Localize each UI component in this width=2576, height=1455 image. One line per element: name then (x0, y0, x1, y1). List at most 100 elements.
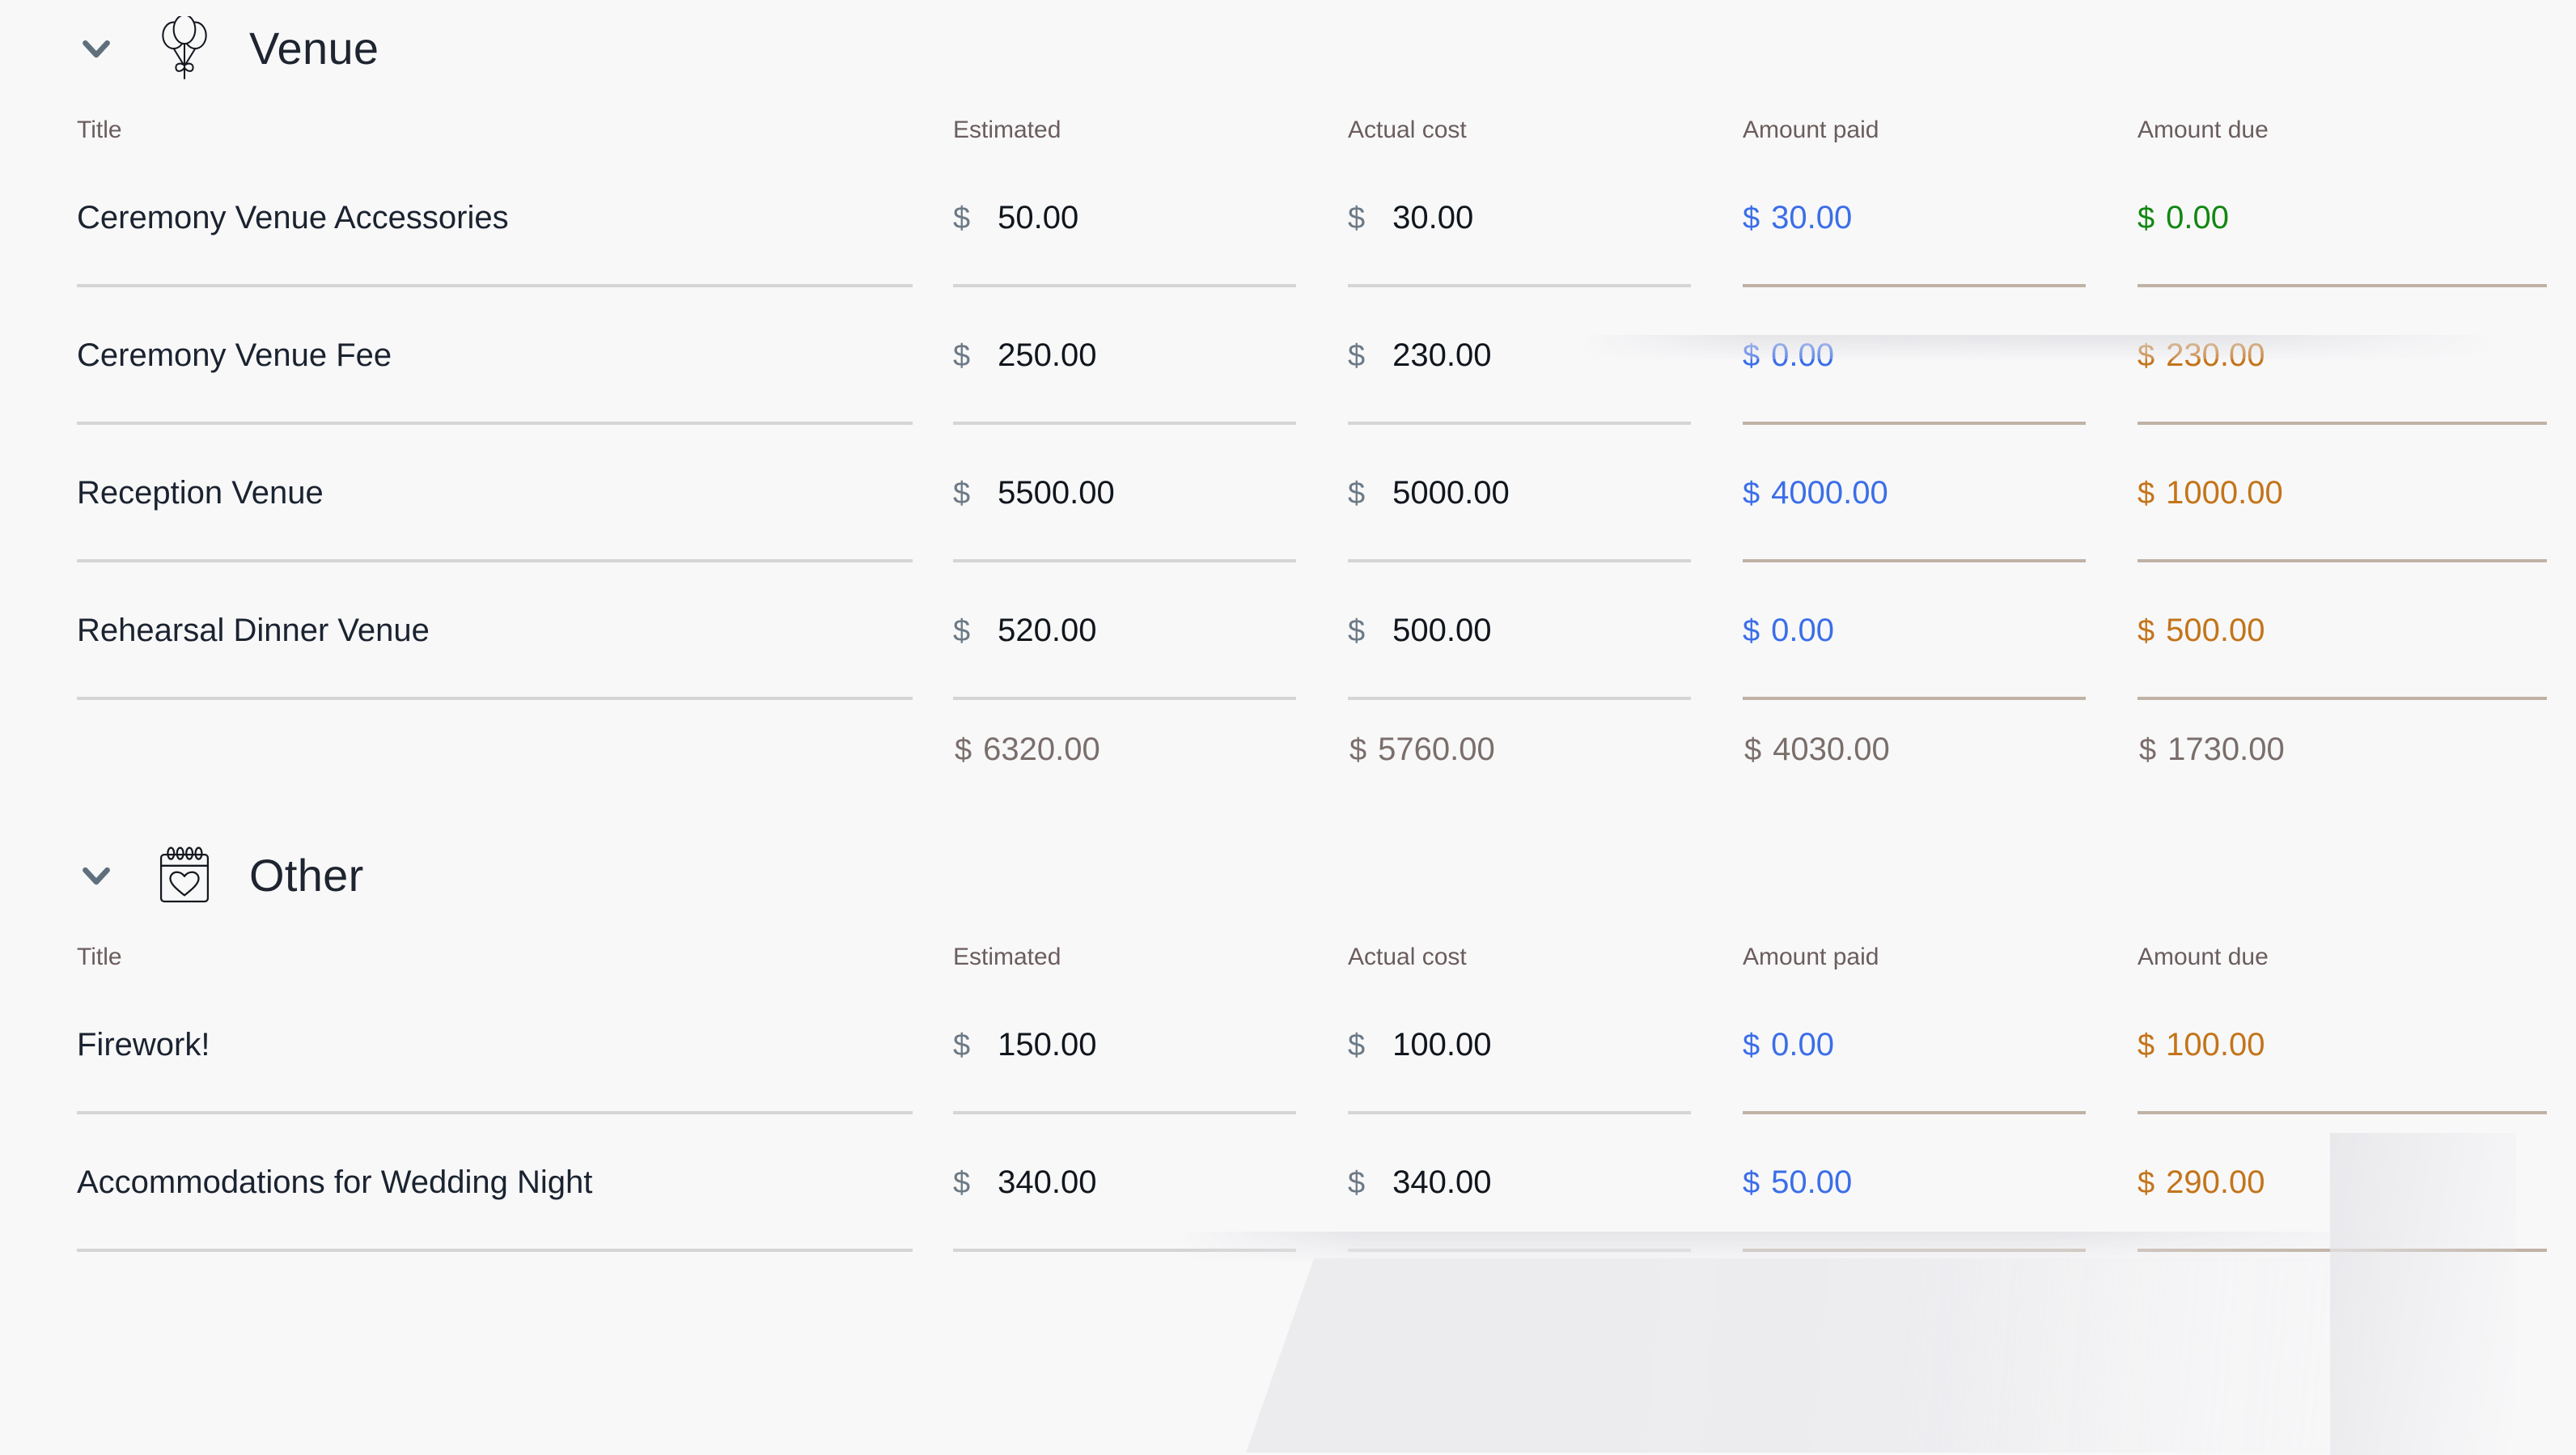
cell-total-actual: $5760.00 (1325, 701, 1720, 798)
column-header-estimated: Estimated (930, 97, 1325, 151)
total-paid: 4030.00 (1773, 732, 1890, 768)
column-header-paid: Amount paid (1720, 924, 2115, 978)
row-title: Accommodations for Wedding Night (77, 1164, 592, 1201)
row-actual: 500.00 (1392, 613, 1491, 649)
column-header-paid: Amount paid (1720, 97, 2115, 151)
row-paid: 4000.00 (1771, 475, 1888, 511)
column-header-due: Amount due (2115, 924, 2576, 978)
cell-paid[interactable]: $4000.00 (1720, 426, 2115, 563)
cell-actual[interactable]: $340.00 (1325, 1115, 1720, 1253)
cell-paid[interactable]: $0.00 (1720, 288, 2115, 426)
cell-title[interactable]: Ceremony Venue Accessories (0, 151, 930, 288)
column-header-title: Title (0, 924, 930, 978)
cell-actual[interactable]: $5000.00 (1325, 426, 1720, 563)
row-due: 290.00 (2166, 1164, 2265, 1201)
cell-due[interactable]: $290.00 (2115, 1115, 2576, 1253)
currency-symbol: $ (2137, 339, 2154, 374)
cell-due[interactable]: $100.00 (2115, 978, 2576, 1115)
currency-symbol: $ (2139, 733, 2156, 768)
row-estimated: 150.00 (998, 1027, 1096, 1063)
cell-title[interactable]: Firework! (0, 978, 930, 1115)
row-estimated: 520.00 (998, 613, 1096, 649)
currency-symbol: $ (953, 1029, 970, 1063)
column-header-title: Title (0, 97, 930, 151)
budget-page: Venue Title Estimated Actual cost Amount… (0, 0, 2576, 1455)
table-row[interactable]: Reception Venue $5500.00 $5000.00 $4000.… (0, 426, 2576, 563)
cell-actual[interactable]: $30.00 (1325, 151, 1720, 288)
chevron-down-icon[interactable] (74, 854, 118, 897)
table-row[interactable]: Rehearsal Dinner Venue $520.00 $500.00 $… (0, 563, 2576, 701)
chevron-down-icon[interactable] (74, 27, 118, 70)
cell-title[interactable]: Accommodations for Wedding Night (0, 1115, 930, 1253)
cell-paid[interactable]: $0.00 (1720, 563, 2115, 701)
cell-due[interactable]: $1000.00 (2115, 426, 2576, 563)
balloons-icon (155, 15, 214, 83)
table-row[interactable]: Firework! $150.00 $100.00 $0.00 $100.00 (0, 978, 2576, 1115)
cell-due[interactable]: $0.00 (2115, 151, 2576, 288)
render-artifact-panel-bottom (1246, 1258, 2379, 1453)
cell-paid[interactable]: $30.00 (1720, 151, 2115, 288)
row-due: 1000.00 (2166, 475, 2283, 511)
section-header-other[interactable]: Other (0, 827, 2576, 924)
section-header-venue[interactable]: Venue (0, 0, 2576, 97)
currency-symbol: $ (1744, 733, 1761, 768)
currency-symbol: $ (1743, 339, 1760, 374)
column-header-due: Amount due (2115, 97, 2576, 151)
row-paid: 0.00 (1771, 1027, 1834, 1063)
currency-symbol: $ (1348, 614, 1365, 649)
cell-estimated[interactable]: $5500.00 (930, 426, 1325, 563)
row-due: 500.00 (2166, 613, 2265, 649)
section-other: Other Title Estimated Actual cost Amount… (0, 827, 2576, 1253)
section-title: Venue (249, 26, 379, 71)
cell-due[interactable]: $230.00 (2115, 288, 2576, 426)
cell-estimated[interactable]: $340.00 (930, 1115, 1325, 1253)
table-row[interactable]: Ceremony Venue Fee $250.00 $230.00 $0.00… (0, 288, 2576, 426)
currency-symbol: $ (953, 477, 970, 511)
currency-symbol: $ (2137, 1166, 2154, 1201)
section-title: Other (249, 853, 364, 898)
cell-estimated[interactable]: $50.00 (930, 151, 1325, 288)
cell-due[interactable]: $500.00 (2115, 563, 2576, 701)
row-title: Rehearsal Dinner Venue (77, 613, 430, 649)
row-due: 100.00 (2166, 1027, 2265, 1063)
currency-symbol: $ (2137, 614, 2154, 649)
cell-actual[interactable]: $500.00 (1325, 563, 1720, 701)
cell-estimated[interactable]: $520.00 (930, 563, 1325, 701)
currency-symbol: $ (1348, 201, 1365, 236)
currency-symbol: $ (1349, 733, 1366, 768)
row-title: Ceremony Venue Accessories (77, 200, 509, 236)
currency-symbol: $ (1348, 1166, 1365, 1201)
table-row[interactable]: Ceremony Venue Accessories $50.00 $30.00… (0, 151, 2576, 288)
currency-symbol: $ (953, 614, 970, 649)
currency-symbol: $ (2137, 477, 2154, 511)
cell-actual[interactable]: $230.00 (1325, 288, 1720, 426)
row-due: 0.00 (2166, 200, 2229, 236)
cell-total-paid: $4030.00 (1720, 701, 2115, 798)
currency-symbol: $ (955, 733, 972, 768)
cell-title[interactable]: Ceremony Venue Fee (0, 288, 930, 426)
column-header-estimated: Estimated (930, 924, 1325, 978)
cell-actual[interactable]: $100.00 (1325, 978, 1720, 1115)
currency-symbol: $ (1743, 477, 1760, 511)
cell-estimated[interactable]: $250.00 (930, 288, 1325, 426)
currency-symbol: $ (2137, 1029, 2154, 1063)
currency-symbol: $ (1743, 201, 1760, 236)
row-actual: 30.00 (1392, 200, 1473, 236)
row-title: Ceremony Venue Fee (77, 337, 392, 374)
currency-symbol: $ (953, 201, 970, 236)
cell-paid[interactable]: $50.00 (1720, 1115, 2115, 1253)
row-paid: 0.00 (1771, 337, 1834, 374)
currency-symbol: $ (1743, 614, 1760, 649)
currency-symbol: $ (1348, 1029, 1365, 1063)
cell-paid[interactable]: $0.00 (1720, 978, 2115, 1115)
cell-estimated[interactable]: $150.00 (930, 978, 1325, 1115)
row-paid: 30.00 (1771, 200, 1852, 236)
cell-title[interactable]: Reception Venue (0, 426, 930, 563)
total-due: 1730.00 (2167, 732, 2285, 768)
column-header-actual: Actual cost (1325, 97, 1720, 151)
cell-title[interactable]: Rehearsal Dinner Venue (0, 563, 930, 701)
calendar-heart-icon (155, 842, 214, 910)
row-estimated: 50.00 (998, 200, 1078, 236)
table-row[interactable]: Accommodations for Wedding Night $340.00… (0, 1115, 2576, 1253)
row-due: 230.00 (2166, 337, 2265, 374)
